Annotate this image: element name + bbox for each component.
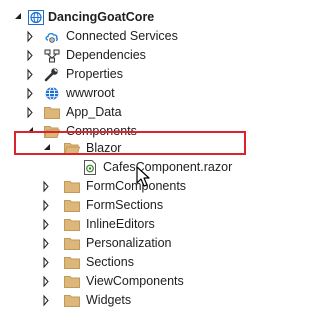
expand-arrow-icon[interactable]	[40, 177, 52, 196]
tree-item-label: ViewComponents	[86, 274, 184, 288]
folder-icon	[64, 236, 80, 251]
tree-item-label: App_Data	[66, 105, 122, 119]
web-project-globe-icon	[28, 10, 44, 25]
dependencies-icon	[44, 48, 60, 63]
folder-icon	[64, 274, 80, 289]
expand-arrow-icon[interactable]	[40, 253, 52, 272]
tree-item-label: InlineEditors	[86, 217, 155, 231]
folder-icon	[64, 179, 80, 194]
solution-explorer-tree: DancingGoatCore Connected Services Depen…	[0, 0, 276, 314]
tree-item-properties[interactable]: Properties	[0, 65, 276, 84]
tree-item-connected-services[interactable]: Connected Services	[0, 27, 276, 46]
tree-item-dependencies[interactable]: Dependencies	[0, 46, 276, 65]
tree-item-label: Personalization	[86, 236, 172, 250]
tree-item-label: CafesComponent.razor	[103, 160, 233, 174]
tree-item-inline-editors[interactable]: InlineEditors	[0, 215, 276, 234]
tree-item-label: FormSections	[86, 198, 164, 212]
tree-item-label: Widgets	[86, 293, 132, 307]
tree-item-project[interactable]: DancingGoatCore	[0, 8, 276, 27]
wrench-icon	[44, 67, 60, 82]
tree-item-label: Sections	[86, 255, 134, 269]
partial-header	[0, 0, 276, 4]
expand-arrow-icon[interactable]	[24, 84, 36, 103]
tree-item-label: wwwroot	[66, 86, 115, 100]
expand-arrow-icon[interactable]	[24, 103, 36, 122]
tree-item-label: Components	[66, 124, 137, 138]
tree-item-blazor[interactable]: Blazor	[0, 139, 276, 158]
expand-arrow-icon[interactable]	[24, 46, 36, 65]
folder-icon	[64, 293, 80, 308]
expand-arrow-icon[interactable]	[40, 234, 52, 253]
folder-icon	[64, 198, 80, 213]
folder-icon	[44, 105, 60, 120]
razor-file-icon	[82, 160, 98, 175]
folder-icon	[64, 217, 80, 232]
tree-item-wwwroot[interactable]: wwwroot	[0, 84, 276, 103]
collapse-arrow-icon[interactable]	[41, 139, 53, 158]
tree-item-label: Properties	[66, 67, 123, 81]
tree-item-sections[interactable]: Sections	[0, 253, 276, 272]
cloud-services-icon	[44, 29, 60, 44]
project-name: DancingGoatCore	[48, 10, 155, 24]
tree-item-label: Dependencies	[66, 48, 146, 62]
expand-arrow-icon[interactable]	[40, 215, 52, 234]
expand-arrow-icon[interactable]	[40, 291, 52, 310]
tree-item-label: Connected Services	[66, 29, 178, 43]
folder-open-icon	[63, 141, 81, 156]
tree-item-widgets[interactable]: Widgets	[0, 291, 276, 310]
tree-item-form-sections[interactable]: FormSections	[0, 196, 276, 215]
globe-icon	[44, 86, 60, 101]
expand-arrow-icon[interactable]	[40, 272, 52, 291]
tree-item-personalization[interactable]: Personalization	[0, 234, 276, 253]
tree-item-app-data[interactable]: App_Data	[0, 103, 276, 122]
mouse-cursor-icon	[136, 166, 154, 188]
collapse-arrow-icon[interactable]	[12, 8, 24, 27]
expand-arrow-icon[interactable]	[24, 65, 36, 84]
expand-arrow-icon[interactable]	[40, 196, 52, 215]
tree-item-view-components[interactable]: ViewComponents	[0, 272, 276, 291]
folder-icon	[64, 255, 80, 270]
tree-item-label: Blazor	[86, 141, 122, 155]
expand-arrow-icon[interactable]	[24, 27, 36, 46]
folder-open-icon	[43, 124, 61, 139]
